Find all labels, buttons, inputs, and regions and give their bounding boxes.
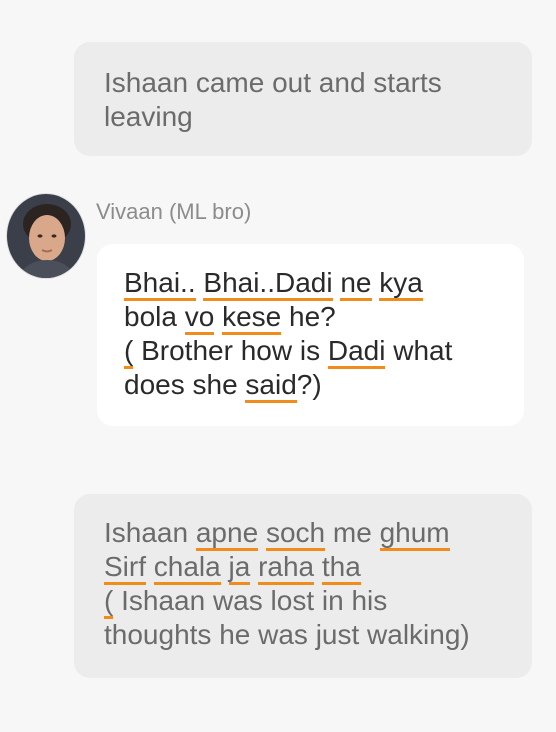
message-line: bola vo kese he? (124, 300, 504, 335)
narration-line: leaving (104, 101, 193, 132)
narration-word: me (332, 517, 372, 548)
message-word: Brother how is (141, 335, 321, 366)
narration-word: thoughts he was just walking) (104, 619, 470, 650)
message-line: Bhai.. Bhai..Dadi ne kya (124, 266, 504, 301)
message-line: ( Brother how is Dadi what (124, 334, 504, 369)
misspelled-word[interactable]: Dadi (327, 335, 386, 369)
narration-word: Ishaan was lost in his (121, 585, 388, 616)
message-word: ?) (296, 369, 322, 400)
narration-line: thoughts he was just walking) (104, 618, 512, 652)
misspelled-word[interactable]: Bhai.. (124, 267, 196, 301)
misspelled-word[interactable]: tha (321, 551, 361, 585)
misspelled-word[interactable]: ghum (379, 517, 450, 551)
narration-line: Sirf chala ja raha tha (104, 550, 512, 585)
message-word: does she (124, 369, 238, 400)
avatar[interactable] (7, 194, 85, 278)
narration-line: Ishaan came out and starts (104, 67, 442, 98)
misspelled-word[interactable]: raha (258, 551, 315, 585)
misspelled-word[interactable]: ( (124, 335, 134, 369)
message-word: what (393, 335, 453, 366)
misspelled-word[interactable]: ja (228, 551, 251, 585)
misspelled-word[interactable]: ( (104, 585, 114, 619)
narration-block: Ishaan came out and starts leaving (74, 42, 532, 156)
narration-line: Ishaan apne soch me ghum (104, 516, 512, 551)
person-avatar-icon (7, 194, 85, 278)
misspelled-word[interactable]: said (245, 369, 297, 403)
narration-block: Ishaan apne soch me ghum Sirf chala ja r… (74, 494, 532, 678)
misspelled-word[interactable]: vo (184, 301, 215, 335)
message-word: bola (124, 301, 177, 332)
misspelled-word[interactable]: kya (379, 267, 423, 301)
sender-name: Vivaan (ML bro) (96, 199, 252, 224)
misspelled-word[interactable]: Sirf (104, 551, 146, 585)
misspelled-word[interactable]: soch (265, 517, 326, 551)
misspelled-word[interactable]: ne (340, 267, 372, 301)
misspelled-word[interactable]: chala (153, 551, 221, 585)
narration-line: ( Ishaan was lost in his (104, 584, 512, 619)
misspelled-word[interactable]: apne (195, 517, 259, 551)
misspelled-word[interactable]: Bhai..Dadi (203, 267, 333, 301)
message-line: does she said?) (124, 368, 504, 403)
misspelled-word[interactable]: kese (222, 301, 282, 335)
narration-word: Ishaan (104, 517, 189, 548)
message-word: he? (289, 301, 336, 332)
message-bubble: Bhai.. Bhai..Dadi ne kya bola vo kese he… (97, 244, 524, 426)
